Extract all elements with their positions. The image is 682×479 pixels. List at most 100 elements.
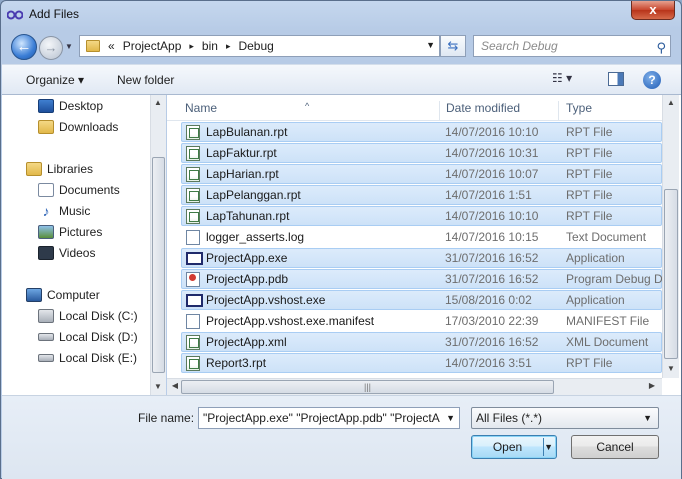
change-view-button[interactable]: ☷ ▾ <box>552 71 588 89</box>
cancel-button[interactable]: Cancel <box>571 435 659 459</box>
nav-item-pictures[interactable]: Pictures <box>38 222 102 242</box>
nav-item-libraries[interactable]: Libraries <box>26 159 93 179</box>
exe-file-icon <box>186 294 203 307</box>
search-placeholder: Search Debug <box>481 39 558 53</box>
scroll-right-icon[interactable]: ▶ <box>645 381 659 390</box>
open-button[interactable]: Open ▼ <box>471 435 557 459</box>
title-bar[interactable]: Add Files x <box>1 1 681 29</box>
recent-locations-dropdown[interactable]: ▼ <box>65 42 73 51</box>
rpt-file-icon <box>186 125 200 140</box>
nav-item-computer[interactable]: Computer <box>26 285 100 305</box>
column-header-date[interactable]: Date modified <box>446 101 520 115</box>
file-row[interactable]: Report3.rpt 14/07/2016 3:51 RPT File <box>181 353 662 373</box>
search-input[interactable]: Search Debug ⚲ <box>473 35 671 57</box>
rpt-file-icon <box>186 188 200 203</box>
file-row[interactable]: ProjectApp.vshost.exe.manifest 17/03/2010… <box>181 311 662 331</box>
scrollbar-thumb[interactable]: ||| <box>181 380 554 394</box>
file-date-modified: 14/07/2016 3:51 <box>445 356 532 370</box>
file-name-field[interactable]: "ProjectApp.exe" "ProjectApp.pdb" "Proje… <box>198 407 460 429</box>
file-row[interactable]: ProjectApp.exe 31/07/2016 16:52 Applicatio… <box>181 248 662 268</box>
file-type-filter[interactable]: All Files (*.*) ▼ <box>471 407 659 429</box>
nav-item-drive-d[interactable]: Local Disk (D:) <box>38 327 138 347</box>
chevron-right-icon[interactable]: ▸ <box>189 41 194 52</box>
window-title: Add Files <box>29 7 80 21</box>
file-row[interactable]: LapHarian.rpt 14/07/2016 10:07 RPT File <box>181 164 662 184</box>
column-divider[interactable] <box>558 101 559 121</box>
close-button[interactable]: x <box>631 1 675 20</box>
nav-item-drive-c[interactable]: Local Disk (C:) <box>38 306 138 326</box>
navigation-scrollbar[interactable]: ▲ ▼ <box>150 95 166 395</box>
file-date-modified: 14/07/2016 10:15 <box>445 230 539 244</box>
search-icon[interactable]: ⚲ <box>656 38 666 58</box>
refresh-button[interactable]: ⇆ <box>440 35 466 57</box>
breadcrumb-item[interactable]: bin <box>202 39 218 53</box>
breadcrumb-item[interactable]: Debug <box>238 39 273 53</box>
breadcrumb-overflow[interactable]: « <box>108 39 115 53</box>
nav-item-desktop[interactable]: Desktop <box>38 96 103 116</box>
file-list-horizontal-scrollbar[interactable]: ◀ ||| ▶ <box>167 378 662 395</box>
chevron-down-icon[interactable]: ▼ <box>544 436 553 458</box>
column-header-row: ^ Name Date modified Type <box>167 95 662 121</box>
column-header-type[interactable]: Type <box>566 101 592 115</box>
help-icon[interactable]: ? <box>643 71 661 89</box>
scroll-up-icon[interactable]: ▲ <box>151 98 165 107</box>
chevron-down-icon[interactable]: ▼ <box>446 408 455 428</box>
new-folder-button[interactable]: New folder <box>117 73 174 87</box>
chevron-right-icon[interactable]: ▸ <box>226 41 231 52</box>
nav-item-drive-e[interactable]: Local Disk (E:) <box>38 348 137 368</box>
file-row[interactable]: ProjectApp.xml 31/07/2016 16:52 XML Docume… <box>181 332 662 352</box>
downloads-icon <box>38 120 54 134</box>
column-divider[interactable] <box>439 101 440 121</box>
file-row[interactable]: LapBulanan.rpt 14/07/2016 10:10 RPT File <box>181 122 662 142</box>
back-button[interactable]: ← <box>11 34 37 60</box>
breadcrumb-item[interactable]: ProjectApp <box>123 39 182 53</box>
file-date-modified: 31/07/2016 16:52 <box>445 251 539 265</box>
file-name: LapBulanan.rpt <box>206 125 288 139</box>
file-row[interactable]: logger_asserts.log 14/07/2016 10:15 Text D… <box>181 227 662 247</box>
file-date-modified: 17/03/2010 22:39 <box>445 314 539 328</box>
folder-icon <box>86 40 100 52</box>
chevron-down-icon[interactable]: ▼ <box>426 40 435 50</box>
file-date-modified: 31/07/2016 16:52 <box>445 272 539 286</box>
forward-button[interactable]: → <box>39 36 63 60</box>
file-row[interactable]: ProjectApp.vshost.exe 15/08/2016 0:02 Appl… <box>181 290 662 310</box>
nav-item-label: Local Disk (C:) <box>59 309 138 323</box>
file-rows: LapBulanan.rpt 14/07/2016 10:10 RPT File La… <box>181 122 662 378</box>
preview-pane-icon[interactable] <box>608 72 624 86</box>
file-row[interactable]: ProjectApp.pdb 31/07/2016 16:52 Program De… <box>181 269 662 289</box>
nav-item-videos[interactable]: Videos <box>38 243 95 263</box>
file-row[interactable]: LapFaktur.rpt 14/07/2016 10:31 RPT File <box>181 143 662 163</box>
file-date-modified: 14/07/2016 10:07 <box>445 167 539 181</box>
file-name: ProjectApp.vshost.exe <box>206 293 326 307</box>
organize-button[interactable]: Organize ▾ <box>26 73 84 87</box>
address-bar[interactable]: « ProjectApp ▸ bin ▸ Debug ▼ <box>79 35 440 57</box>
file-row[interactable]: LapPelanggan.rpt 14/07/2016 1:51 RPT File <box>181 185 662 205</box>
file-list: ^ Name Date modified Type LapBulanan.rpt… <box>167 95 681 395</box>
column-header-name[interactable]: Name <box>185 101 217 115</box>
nav-item-label: Downloads <box>59 120 119 134</box>
file-type: RPT File <box>566 356 613 370</box>
scroll-down-icon[interactable]: ▼ <box>664 364 678 373</box>
file-list-vertical-scrollbar[interactable]: ▲ ▼ <box>662 95 679 378</box>
file-name: ProjectApp.vshost.exe.manifest <box>206 314 375 328</box>
file-type: RPT File <box>566 146 613 160</box>
nav-item-downloads[interactable]: Downloads <box>38 117 118 137</box>
scrollbar-thumb[interactable] <box>152 157 165 373</box>
nav-item-label: Libraries <box>47 162 94 176</box>
scrollbar-thumb[interactable] <box>664 189 678 359</box>
documents-icon <box>38 183 54 197</box>
nav-item-music[interactable]: ♪ Music <box>38 201 91 221</box>
scroll-left-icon[interactable]: ◀ <box>168 381 182 390</box>
nav-item-documents[interactable]: Documents <box>38 180 120 200</box>
add-files-dialog: Add Files x ← → ▼ « ProjectApp ▸ bin ▸ D… <box>0 0 682 479</box>
dialog-footer: File name: "ProjectApp.exe" "ProjectApp.… <box>2 395 681 479</box>
file-name: LapPelanggan.rpt <box>206 188 301 202</box>
scroll-up-icon[interactable]: ▲ <box>664 98 678 107</box>
drive-icon <box>38 309 54 323</box>
scroll-down-icon[interactable]: ▼ <box>151 382 165 391</box>
file-row[interactable]: LapTahunan.rpt 14/07/2016 10:10 RPT File <box>181 206 662 226</box>
nav-item-label: Computer <box>47 288 100 302</box>
file-date-modified: 14/07/2016 10:31 <box>445 146 539 160</box>
file-name: logger_asserts.log <box>206 230 305 244</box>
libraries-icon <box>26 162 42 176</box>
